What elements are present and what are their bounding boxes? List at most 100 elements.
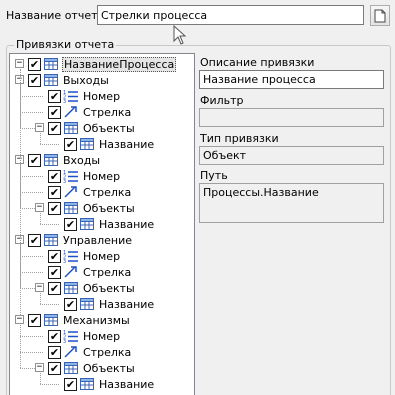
- tree-node[interactable]: ✔ НазваниеПроцесса: [28, 56, 177, 72]
- tree-node-label: НазваниеПроцесса: [62, 56, 177, 72]
- arrow-icon: [64, 186, 77, 198]
- tree-connector: [40, 133, 41, 144]
- tree-node[interactable]: ✔ Название: [64, 296, 155, 312]
- tree-node[interactable]: ✔ Управление: [28, 232, 133, 248]
- bindings-tree[interactable]: ✔ НазваниеПроцесса − ✔ Выходы − ✔ 1 2 3 Номер ✔ Стре…: [9, 53, 195, 395]
- table-icon: [64, 362, 78, 374]
- tree-node[interactable]: ✔ Название: [64, 216, 155, 232]
- report-document-button[interactable]: [370, 5, 390, 26]
- tree-node-checkbox[interactable]: ✔: [48, 265, 61, 279]
- arrow-icon: [64, 106, 77, 118]
- tree-node-label: Номер: [83, 89, 121, 103]
- numbered-list-icon: 123: [63, 90, 78, 103]
- tree-connector: [20, 352, 43, 353]
- report-name-label: Название отчета:: [6, 9, 108, 22]
- tree-node-checkbox[interactable]: ✔: [48, 361, 61, 375]
- tree-node-label: Стрелка: [83, 185, 132, 199]
- tree-node[interactable]: ✔ Стрелка: [48, 104, 132, 120]
- table-icon: [44, 314, 58, 326]
- tree-node-checkbox[interactable]: ✔: [48, 329, 61, 343]
- filter-label: Фильтр: [200, 94, 244, 107]
- tree-node[interactable]: ✔ Стрелка: [48, 344, 132, 360]
- tree-node-checkbox[interactable]: ✔: [64, 377, 77, 391]
- tree-node-checkbox[interactable]: ✔: [48, 249, 61, 263]
- tree-node-label: Входы: [63, 153, 101, 167]
- tree-node-checkbox[interactable]: ✔: [64, 137, 77, 151]
- tree-node[interactable]: ✔ 1 2 3 Номер: [48, 88, 121, 104]
- tree-node[interactable]: ✔ Название: [64, 136, 155, 152]
- tree-node-checkbox[interactable]: ✔: [28, 233, 41, 247]
- tree-node-checkbox[interactable]: ✔: [28, 73, 41, 87]
- mouse-cursor-icon: [173, 25, 187, 45]
- tree-connector: [20, 256, 43, 257]
- tree-node-checkbox[interactable]: ✔: [64, 217, 77, 231]
- table-icon: [64, 122, 78, 134]
- numbered-list-icon: 123: [63, 250, 78, 263]
- tree-node-label: Объекты: [83, 201, 135, 215]
- collapse-toggle[interactable]: −: [35, 283, 44, 292]
- tree-node[interactable]: ✔ Стрелка: [48, 184, 132, 200]
- table-icon: [80, 138, 94, 150]
- table-icon: [64, 202, 78, 214]
- tree-node-checkbox[interactable]: ✔: [48, 345, 61, 359]
- collapse-toggle[interactable]: −: [35, 363, 44, 372]
- table-icon: [44, 74, 58, 86]
- tree-node[interactable]: ✔ Входы: [28, 152, 101, 168]
- table-icon: [44, 234, 58, 246]
- collapse-toggle[interactable]: −: [35, 203, 44, 212]
- tree-connector: [20, 176, 43, 177]
- tree-node[interactable]: ✔ Объекты: [48, 280, 136, 296]
- tree-node-label: Номер: [83, 169, 121, 183]
- tree-connector: [20, 325, 21, 368]
- tree-connector: [40, 144, 59, 145]
- tree-node-label: Объекты: [83, 281, 135, 295]
- tree-connector: [40, 224, 59, 225]
- collapse-toggle[interactable]: −: [15, 59, 24, 68]
- tree-connector: [20, 336, 43, 337]
- tree-node[interactable]: ✔ Механизмы: [28, 312, 131, 328]
- tree-node-checkbox[interactable]: ✔: [48, 185, 61, 199]
- svg-text:3: 3: [63, 259, 66, 263]
- svg-text:3: 3: [63, 99, 66, 103]
- tree-node-checkbox[interactable]: ✔: [48, 201, 61, 215]
- table-icon: [80, 218, 94, 230]
- description-input[interactable]: [199, 70, 384, 89]
- path-label: Путь: [200, 169, 228, 182]
- tree-node-checkbox[interactable]: ✔: [28, 313, 41, 327]
- tree-node-label: Название: [99, 217, 155, 231]
- tree-node-checkbox[interactable]: ✔: [48, 169, 61, 183]
- numbered-list-icon: 123: [63, 170, 78, 183]
- collapse-toggle[interactable]: −: [35, 123, 44, 132]
- tree-node-checkbox[interactable]: ✔: [48, 281, 61, 295]
- table-icon: [80, 378, 94, 390]
- tree-node-checkbox[interactable]: ✔: [48, 121, 61, 135]
- tree-node-checkbox[interactable]: ✔: [48, 105, 61, 119]
- table-icon: [80, 298, 94, 310]
- tree-node[interactable]: ✔ Объекты: [48, 120, 136, 136]
- tree-node[interactable]: ✔ 1 2 3 Номер: [48, 248, 121, 264]
- tree-node-checkbox[interactable]: ✔: [64, 297, 77, 311]
- tree-node[interactable]: ✔ Выходы: [28, 72, 110, 88]
- tree-connector: [20, 192, 43, 193]
- tree-node-label: Управление: [63, 233, 133, 247]
- tree-node[interactable]: ✔ 1 2 3 Номер: [48, 168, 121, 184]
- tree-connector: [20, 112, 43, 113]
- tree-connector: [40, 304, 59, 305]
- tree-node[interactable]: ✔ Название: [64, 376, 155, 392]
- collapse-toggle[interactable]: −: [15, 315, 24, 324]
- tree-node-checkbox[interactable]: ✔: [48, 89, 61, 103]
- report-name-input[interactable]: [97, 5, 364, 25]
- tree-node-checkbox[interactable]: ✔: [28, 153, 41, 167]
- table-icon: [44, 154, 58, 166]
- filter-input[interactable]: [199, 108, 384, 127]
- tree-node-label: Стрелка: [83, 105, 132, 119]
- tree-node[interactable]: ✔ Объекты: [48, 200, 136, 216]
- binding-type-label: Тип привязки: [200, 132, 279, 145]
- table-icon: [64, 282, 78, 294]
- tree-node[interactable]: ✔ Объекты: [48, 360, 136, 376]
- tree-connector: [40, 293, 41, 304]
- table-icon: [44, 58, 58, 70]
- tree-node[interactable]: ✔ Стрелка: [48, 264, 132, 280]
- tree-node[interactable]: ✔ 1 2 3 Номер: [48, 328, 121, 344]
- tree-node-checkbox[interactable]: ✔: [28, 57, 41, 71]
